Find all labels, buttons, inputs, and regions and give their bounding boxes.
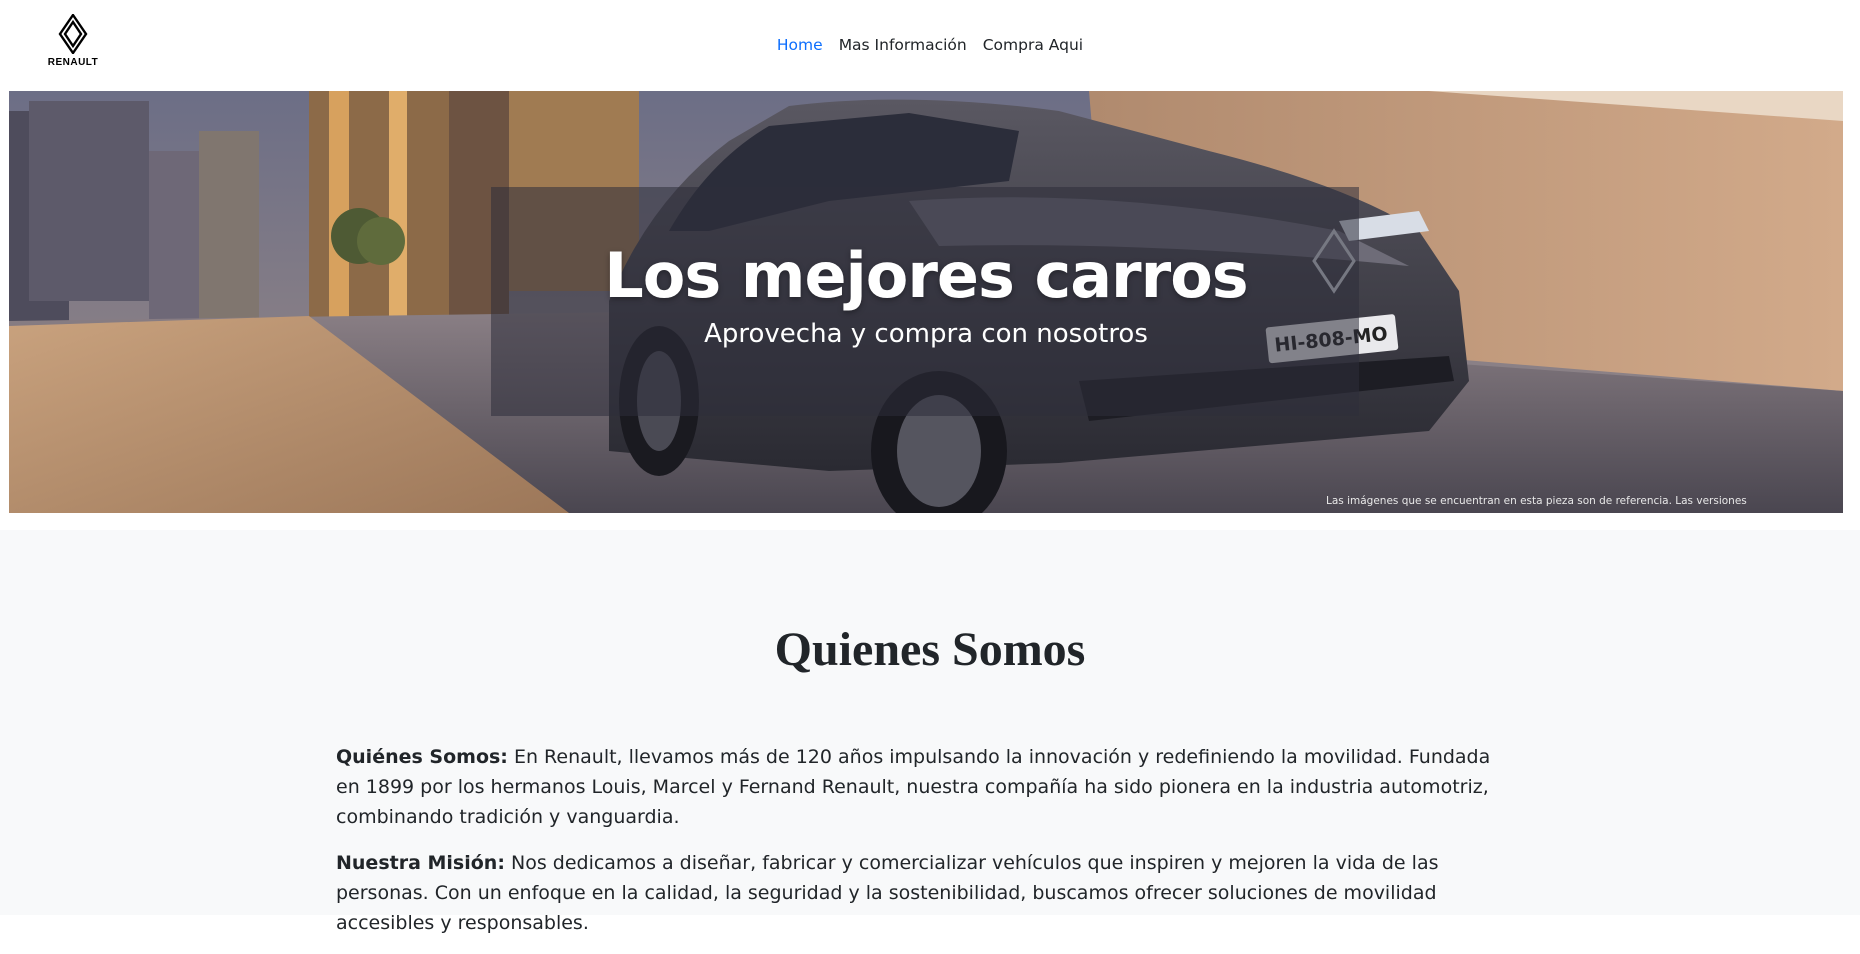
hero-subtitle: Aprovecha y compra con nosotros [704, 319, 1148, 349]
brand-name: RENAULT [47, 57, 99, 68]
about-title: Quienes Somos [774, 623, 1086, 676]
hero-banner: HI-808-MO Los mejores carros Aprovecha y… [9, 91, 1843, 513]
nav-link-compra-aqui[interactable]: Compra Aqui [983, 36, 1083, 54]
about-text: Quiénes Somos: En Renault, llevamos más … [336, 742, 1504, 954]
about-paragraph: Nuestra Misión: Nos dedicamos a diseñar,… [336, 848, 1504, 938]
hero-disclaimer: Las imágenes que se encuentran en esta p… [1326, 495, 1747, 507]
about-paragraph: Quiénes Somos: En Renault, llevamos más … [336, 742, 1504, 832]
nav-link-mas-informacion[interactable]: Mas Información [839, 36, 967, 54]
nav-link-home[interactable]: Home [777, 36, 823, 54]
paragraph-label: Quiénes Somos: [336, 746, 508, 768]
hero-title: Los mejores carros [604, 239, 1248, 312]
navbar: RENAULT Home Mas Información Compra Aqui [0, 0, 1860, 90]
nav-links: Home Mas Información Compra Aqui [0, 36, 1860, 54]
paragraph-label: Nuestra Misión: [336, 852, 505, 874]
about-section: Quienes Somos Quiénes Somos: En Renault,… [0, 530, 1860, 934]
paragraph-text: En Renault, llevamos más de 120 años imp… [336, 746, 1491, 828]
